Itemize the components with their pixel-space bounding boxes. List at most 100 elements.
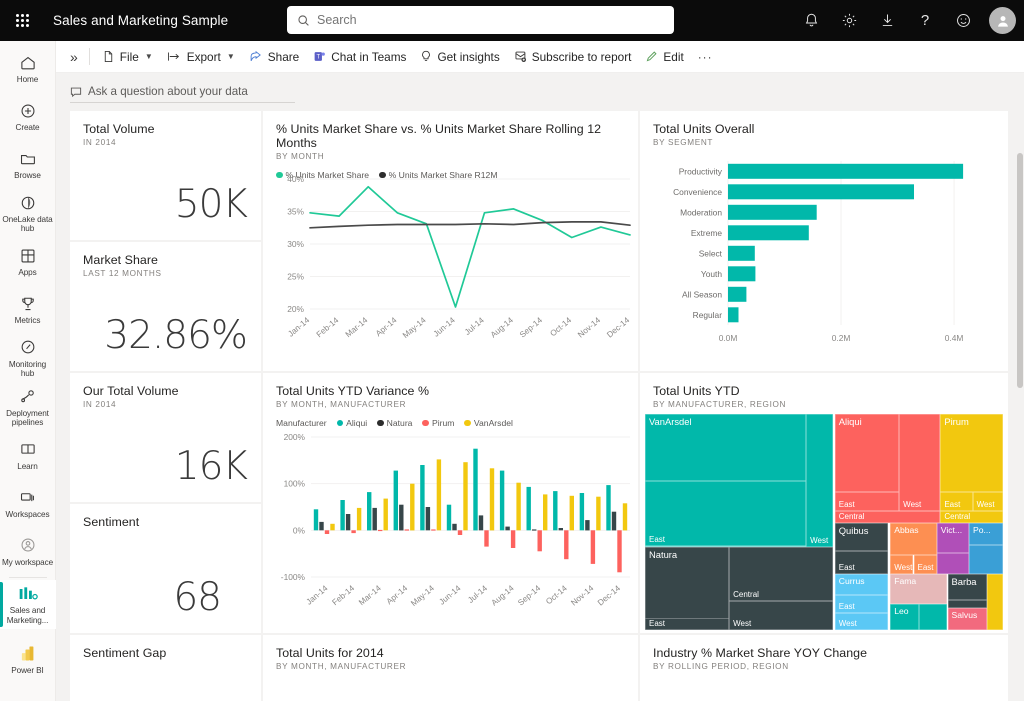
account-avatar[interactable] [989, 7, 1016, 34]
sidebar-item-learn[interactable]: Learn [0, 431, 56, 479]
tile-ytd-variance-chart[interactable]: Total Units YTD Variance % BY MONTH, MAN… [263, 373, 638, 633]
treemap-cell-pirum[interactable] [987, 574, 1003, 630]
bar-VanArsdel[interactable] [490, 468, 494, 530]
bar-Aliqui[interactable] [473, 449, 477, 531]
treemap-cell-natura-east[interactable]: East [645, 618, 729, 630]
bar-VanArsdel[interactable] [330, 524, 334, 531]
canvas-scrollbar-thumb[interactable] [1017, 153, 1023, 388]
bar-All Season[interactable] [728, 287, 746, 302]
treemap-cell-fama[interactable]: Fama [890, 574, 947, 604]
treemap-cell-aliqui-west[interactable]: West [899, 414, 940, 511]
export-menu-button[interactable]: Export ▼ [160, 44, 242, 70]
bar-Aliqui[interactable] [553, 491, 557, 530]
treemap-cell-victoria[interactable]: Vict... [937, 523, 969, 553]
treemap-cell-pirum-central[interactable]: Central [940, 511, 1003, 523]
bar-Natura[interactable] [373, 508, 377, 530]
treemap-cell-aliqui[interactable]: Aliqui [835, 414, 899, 492]
treemap-cell-salvus[interactable]: Salvus [948, 608, 987, 630]
bar-VanArsdel[interactable] [543, 494, 547, 530]
treemap-plot[interactable]: VanArsdelEastCentralWestNaturaEastCentra… [645, 414, 1003, 630]
bar-VanArsdel[interactable] [623, 503, 627, 530]
bar-Pirum[interactable] [617, 530, 621, 572]
bar-Pirum[interactable] [564, 530, 568, 559]
tile-total-units-2014[interactable]: Total Units for 2014 BY MONTH, MANUFACTU… [263, 635, 638, 701]
bar-VanArsdel[interactable] [516, 483, 520, 531]
treemap-cell-currus[interactable]: Currus [835, 574, 889, 596]
treemap-cell-barba[interactable]: Barba [948, 574, 987, 600]
sidebar-item-sales-and-marketing[interactable]: Sales and Marketing... [0, 580, 56, 629]
sidebar-item-power-bi[interactable]: Power BI [0, 635, 56, 683]
bar-Regular[interactable] [728, 307, 739, 322]
treemap-cell-vanarsdel-west[interactable]: West [806, 414, 833, 547]
treemap-cell-pirum[interactable]: Pirum [940, 414, 1003, 492]
legend-item[interactable]: VanArsdel [464, 418, 513, 428]
get-insights-button[interactable]: Get insights [413, 44, 506, 70]
legend-item[interactable]: Natura [377, 418, 412, 428]
bar-VanArsdel[interactable] [384, 499, 388, 531]
bar-Natura[interactable] [532, 529, 536, 530]
bar-Natura[interactable] [426, 507, 430, 530]
treemap-cell-abbas-east[interactable]: East [914, 555, 937, 573]
bar-Pirum[interactable] [325, 530, 329, 534]
treemap-cell-aliqui-east[interactable]: East [835, 492, 899, 511]
bar-Aliqui[interactable] [367, 492, 371, 530]
bar-Natura[interactable] [346, 514, 350, 530]
treemap-cell-leo[interactable]: Leo [890, 604, 919, 630]
bar-Natura[interactable] [399, 505, 403, 531]
treemap-cell-currus-east[interactable]: East [835, 595, 889, 612]
subscribe-to-report-button[interactable]: Subscribe to report [507, 44, 639, 70]
sidebar-item-create[interactable]: Create [0, 93, 56, 141]
bar-VanArsdel[interactable] [596, 497, 600, 531]
tile-total-volume[interactable]: Total Volume IN 2014 50K [70, 111, 261, 240]
bar-Select[interactable] [728, 246, 755, 261]
sidebar-item-apps[interactable]: Apps [0, 238, 56, 286]
treemap-cell-pomum[interactable]: Po... [969, 523, 1003, 545]
bar-Aliqui[interactable] [340, 500, 344, 530]
bar-Pirum[interactable] [484, 530, 488, 546]
line-series-0[interactable] [310, 187, 630, 307]
bar-Natura[interactable] [559, 528, 563, 530]
bar-Pirum[interactable] [591, 530, 595, 564]
treemap-cell-aliqui-central[interactable]: Central [835, 511, 941, 523]
notifications-bell-icon[interactable] [793, 3, 829, 39]
treemap-cell-vanarsdel[interactable]: VanArsdel [645, 414, 806, 481]
more-options-button[interactable]: ··· [691, 44, 720, 70]
bar-Pirum[interactable] [378, 530, 382, 531]
sidebar-item-browse[interactable]: Browse [0, 141, 56, 189]
bar-VanArsdel[interactable] [357, 508, 361, 530]
bar-Aliqui[interactable] [394, 471, 398, 531]
treemap-cell-barba[interactable] [948, 600, 987, 609]
bar-Natura[interactable] [612, 512, 616, 531]
treemap-cell-abbas[interactable]: Abbas [890, 523, 937, 555]
tile-total-units-ytd-treemap[interactable]: Total Units YTD BY MANUFACTURER, REGION … [640, 373, 1008, 633]
horizontal-bar-chart-plot[interactable]: 0.0M0.2M0.4MProductivityConvenienceModer… [640, 153, 1008, 368]
bar-VanArsdel[interactable] [437, 459, 441, 530]
bar-Natura[interactable] [585, 520, 589, 530]
treemap-cell-pirum-west[interactable]: West [973, 492, 1003, 511]
bar-Pirum[interactable] [458, 530, 462, 535]
grouped-bar-chart-plot[interactable]: -100%0%100%200%Jan-14Feb-14Mar-14Apr-14M… [263, 429, 638, 621]
bar-VanArsdel[interactable] [463, 462, 467, 530]
qna-bar[interactable]: Ask a question about your data [70, 81, 295, 103]
sidebar-item-metrics[interactable]: Metrics [0, 286, 56, 334]
legend-item[interactable]: Pirum [422, 418, 454, 428]
edit-button[interactable]: Edit [638, 44, 690, 70]
bar-Extreme[interactable] [728, 225, 809, 240]
bar-Natura[interactable] [319, 522, 323, 530]
treemap-cell-natura-west[interactable]: West [729, 601, 833, 630]
tile-sentiment[interactable]: Sentiment 68 [70, 504, 261, 633]
bar-Natura[interactable] [505, 527, 509, 531]
treemap-cell-quibus-east[interactable]: East [835, 551, 889, 574]
bar-VanArsdel[interactable] [570, 496, 574, 531]
file-menu-button[interactable]: File ▼ [95, 44, 160, 70]
bar-Aliqui[interactable] [606, 485, 610, 530]
bar-Aliqui[interactable] [580, 493, 584, 530]
tile-sentiment-gap[interactable]: Sentiment Gap [70, 635, 261, 701]
bar-Pirum[interactable] [538, 530, 542, 551]
bar-Pirum[interactable] [511, 530, 515, 548]
chat-in-teams-button[interactable]: T Chat in Teams [306, 44, 413, 70]
treemap-cell-quibus[interactable]: Quibus [835, 523, 889, 551]
bar-Moderation[interactable] [728, 205, 817, 220]
bar-Aliqui[interactable] [500, 471, 504, 531]
bar-Youth[interactable] [728, 266, 755, 281]
